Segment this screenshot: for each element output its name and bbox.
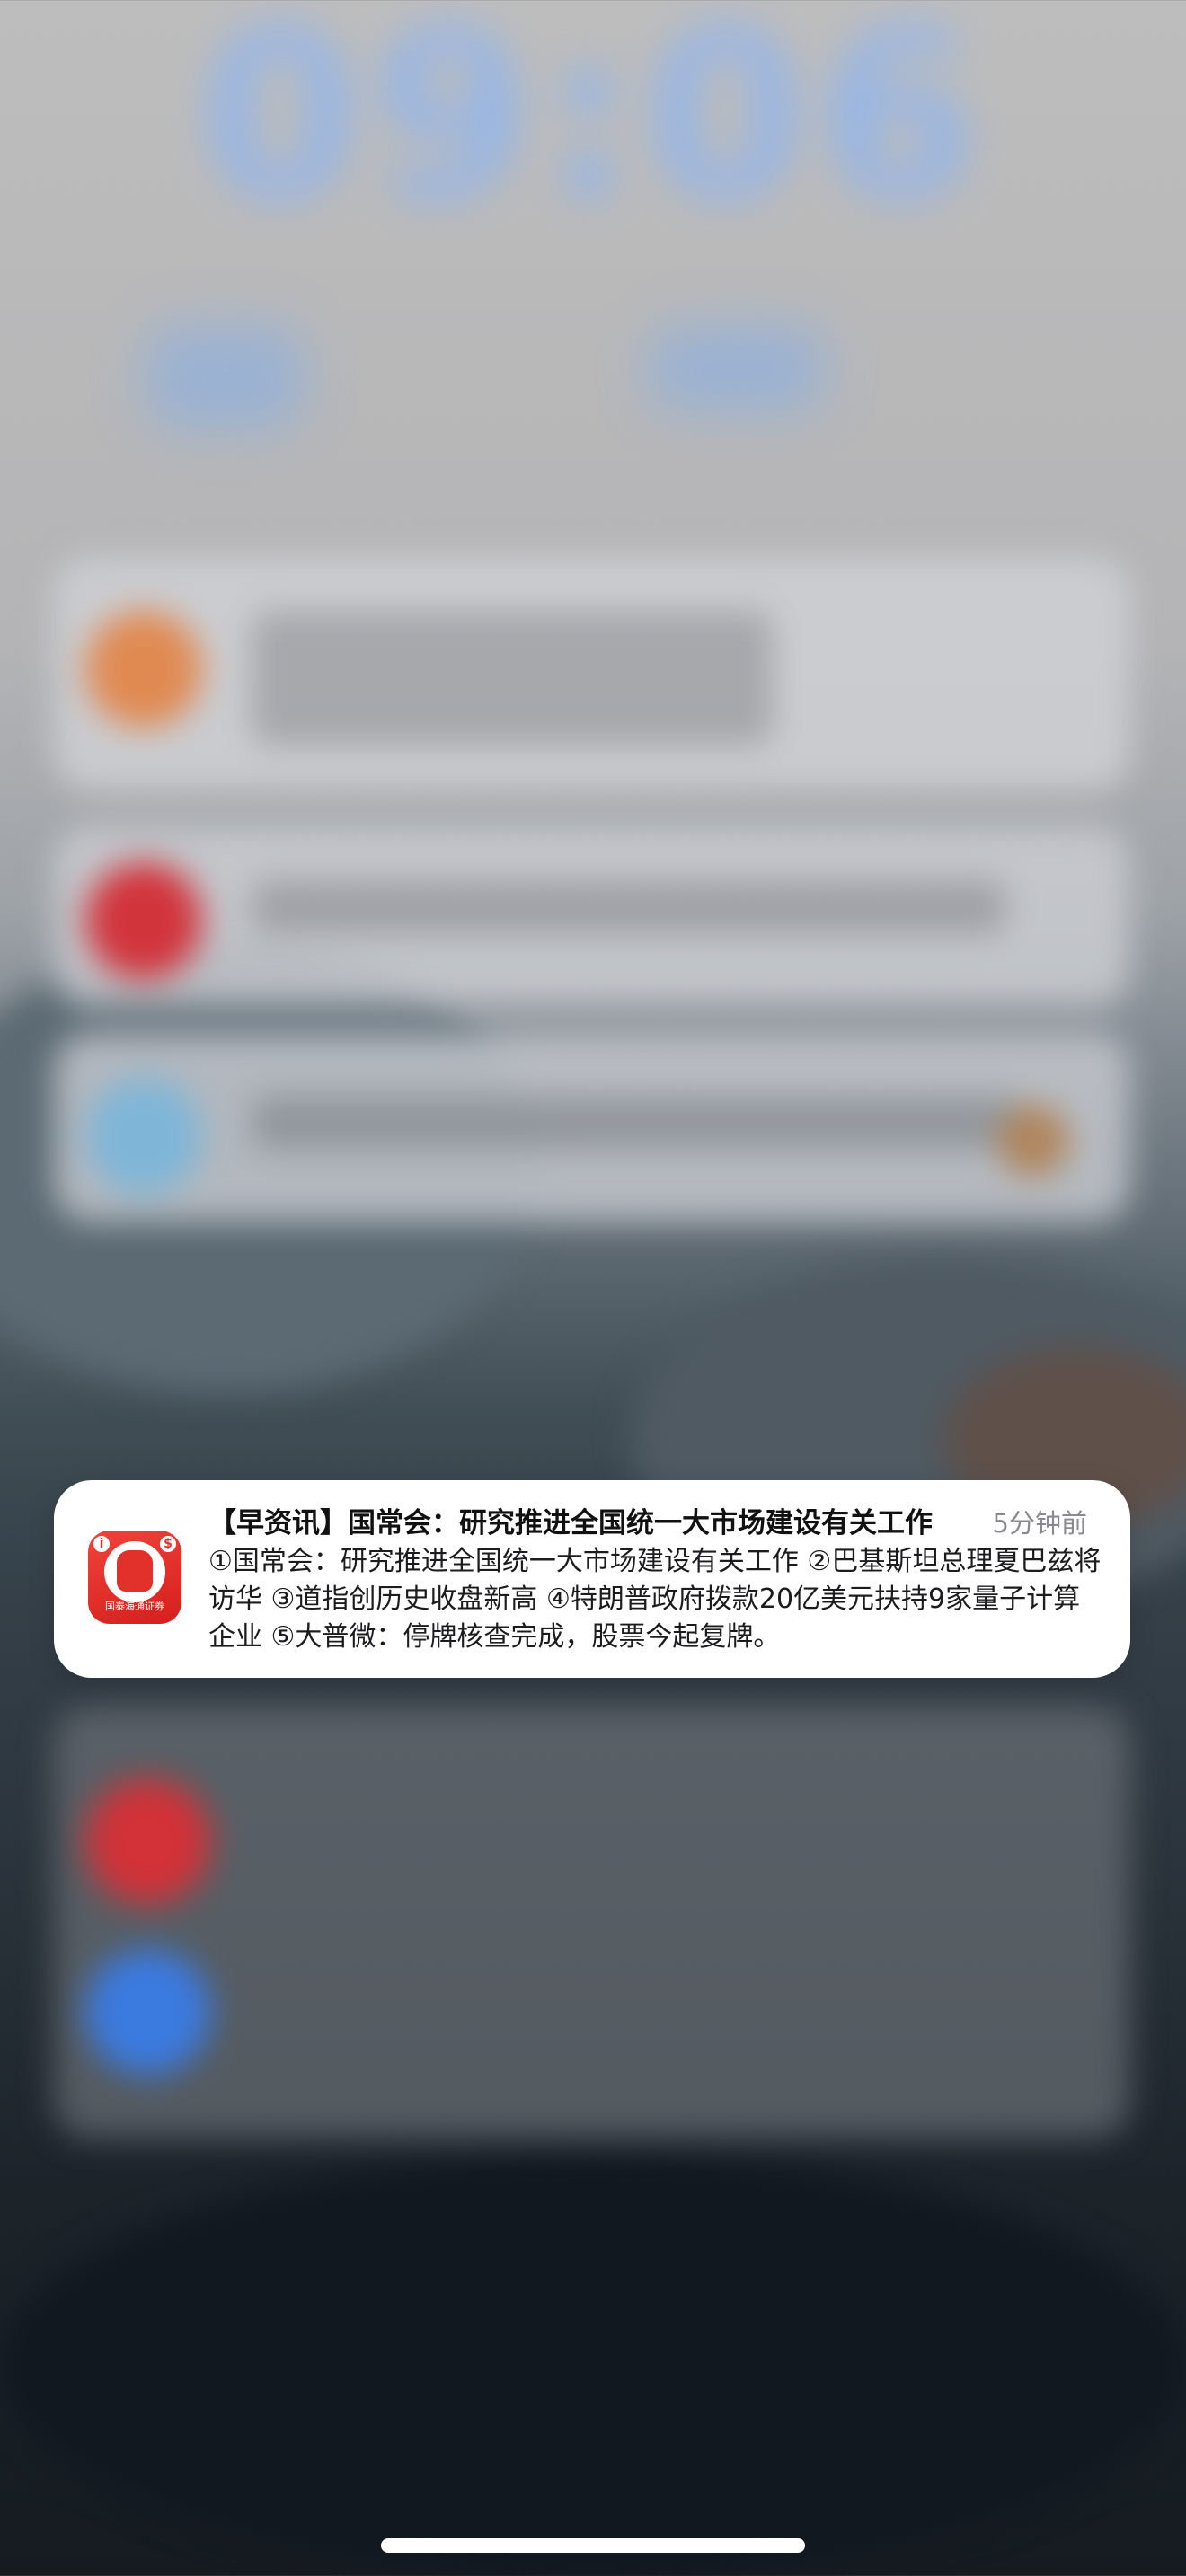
home-indicator[interactable] xyxy=(381,2538,805,2553)
app-icon-caption: 国泰海通证券 xyxy=(105,1601,164,1612)
securities-app-icon: i $ 国泰海通证券 xyxy=(88,1531,181,1624)
notification-time: 5分钟前 xyxy=(992,1508,1087,1539)
notification-card[interactable]: i $ 国泰海通证券 【早资讯】国常会：研究推进全国统一大市场建设有关工作 5分… xyxy=(54,1480,1130,1678)
notification-title: 【早资讯】国常会：研究推进全国统一大市场建设有关工作 xyxy=(208,1507,933,1539)
blurred-notifications xyxy=(0,0,1186,2576)
thumbs-up-icon xyxy=(117,1550,153,1592)
notification-body: ①国常会：研究推进全国统一大市场建设有关工作 ②巴基斯坦总理夏巴兹将访华 ③道指… xyxy=(208,1546,1102,1653)
